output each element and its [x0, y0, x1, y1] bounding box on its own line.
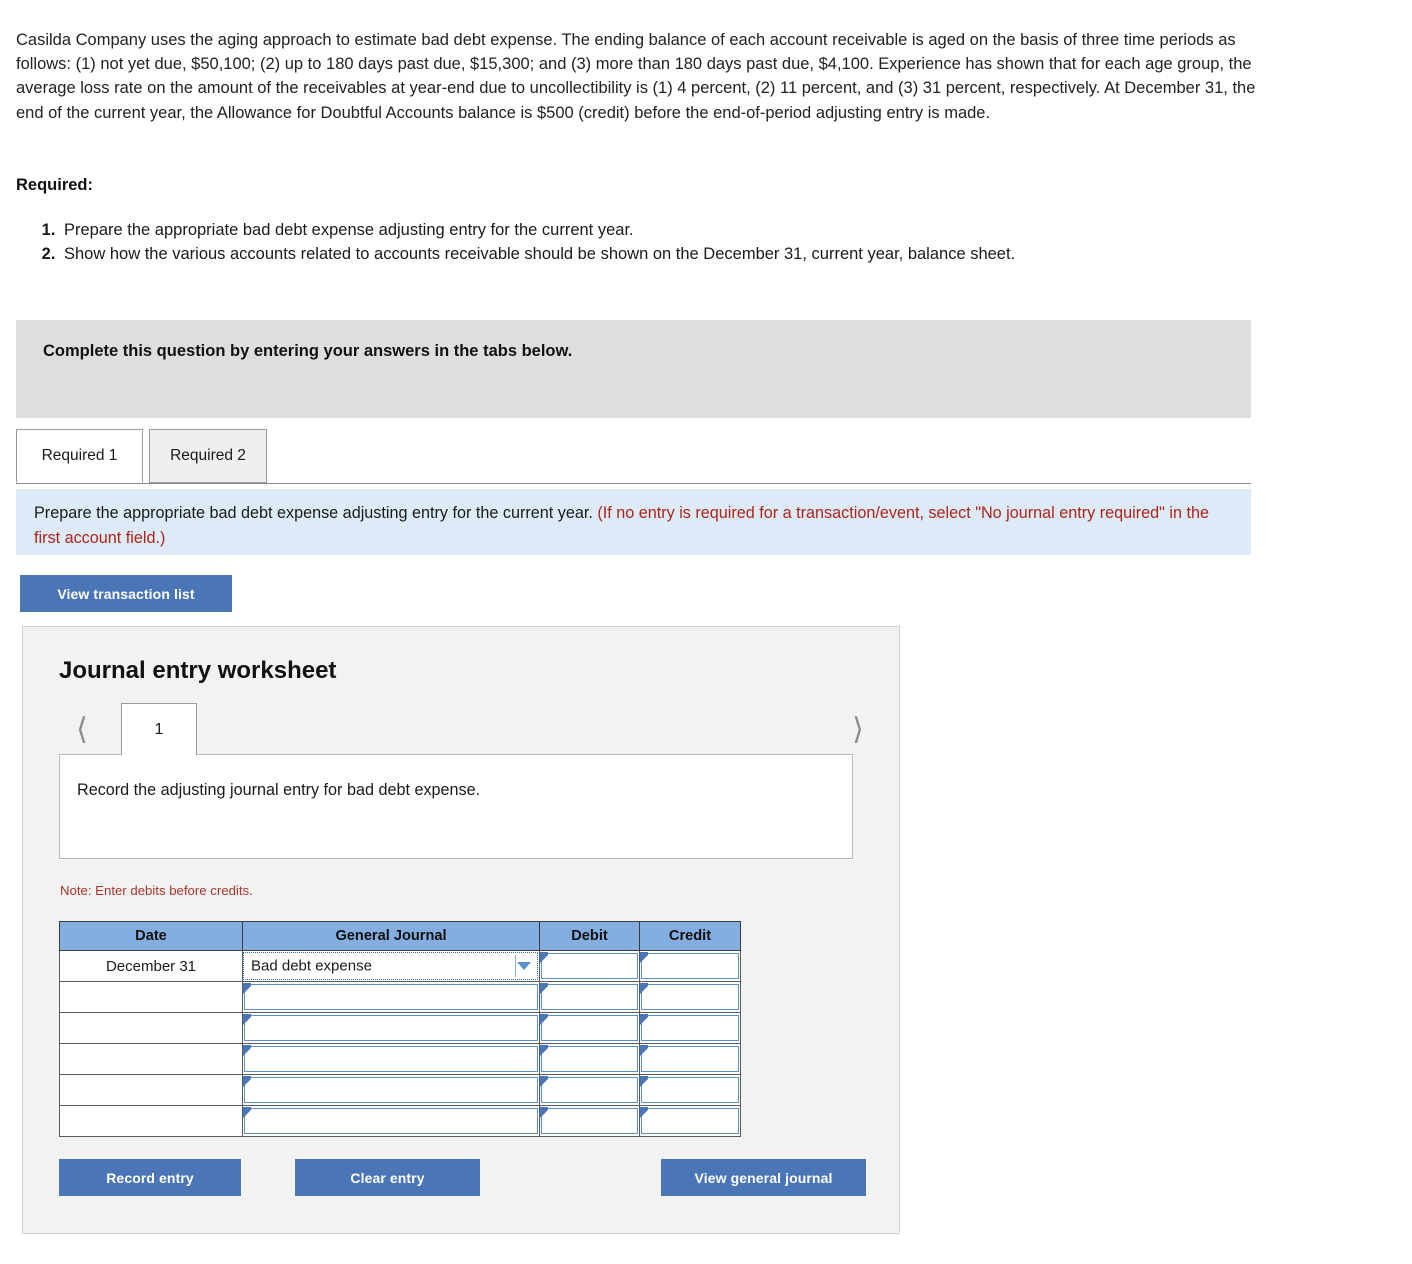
debit-cell[interactable] — [539, 1105, 640, 1137]
cell-corner-flag-icon — [243, 982, 251, 994]
account-input[interactable] — [243, 1106, 538, 1134]
cell-corner-flag-icon — [640, 982, 648, 994]
debit-input[interactable] — [540, 951, 638, 979]
credit-input[interactable] — [640, 1044, 739, 1072]
column-header-date: Date — [59, 921, 243, 951]
chevron-down-icon[interactable] — [517, 961, 531, 970]
debit-input[interactable] — [540, 1075, 638, 1103]
account-select-value: Bad debt expense — [251, 957, 372, 974]
account-input[interactable] — [243, 982, 538, 1010]
view-transaction-list-button[interactable]: View transaction list — [20, 575, 232, 612]
account-cell[interactable]: Bad debt expense — [242, 950, 540, 982]
required-item-2: Show how the various accounts related to… — [60, 242, 1246, 266]
clear-entry-button[interactable]: Clear entry — [295, 1159, 480, 1196]
debit-input[interactable] — [540, 1013, 638, 1041]
credit-cell[interactable] — [639, 981, 741, 1013]
column-header-credit: Credit — [639, 921, 741, 951]
credit-cell[interactable] — [639, 1105, 741, 1137]
required-heading: Required: — [16, 176, 94, 194]
account-input[interactable] — [243, 1044, 538, 1072]
credit-input[interactable] — [640, 1013, 739, 1041]
cell-corner-flag-icon — [640, 951, 648, 963]
worksheet-page-tab-1[interactable]: 1 — [121, 703, 197, 755]
required-item-1: Prepare the appropriate bad debt expense… — [60, 218, 1246, 242]
cell-corner-flag-icon — [640, 1013, 648, 1025]
credit-input[interactable] — [640, 1106, 739, 1134]
debit-cell[interactable] — [539, 1074, 640, 1106]
debit-cell[interactable] — [539, 1012, 640, 1044]
view-general-journal-button[interactable]: View general journal — [661, 1159, 866, 1196]
tab-required-2[interactable]: Required 2 — [149, 429, 267, 483]
requirement-instruction-text: Prepare the appropriate bad debt expense… — [34, 504, 593, 522]
requirement-instruction-panel: Prepare the appropriate bad debt expense… — [16, 489, 1251, 555]
debits-before-credits-note: Note: Enter debits before credits. — [60, 883, 253, 898]
cell-corner-flag-icon — [243, 1013, 251, 1025]
instruction-banner: Complete this question by entering your … — [16, 320, 1251, 418]
cell-corner-flag-icon — [640, 1075, 648, 1087]
table-row — [59, 1043, 741, 1075]
date-cell[interactable] — [59, 981, 243, 1013]
requirement-tabs: Required 1 Required 2 — [16, 429, 1251, 484]
instruction-banner-text: Complete this question by entering your … — [43, 342, 573, 360]
chevron-left-icon[interactable]: ⟨ — [65, 709, 99, 753]
cell-corner-flag-icon — [243, 1075, 251, 1087]
credit-cell[interactable] — [639, 1043, 741, 1075]
record-entry-button[interactable]: Record entry — [59, 1159, 241, 1196]
credit-cell[interactable] — [639, 950, 741, 982]
debit-cell[interactable] — [539, 950, 640, 982]
cell-corner-flag-icon — [540, 982, 548, 994]
table-row — [59, 981, 741, 1013]
debit-cell[interactable] — [539, 981, 640, 1013]
date-cell[interactable] — [59, 1043, 243, 1075]
table-header-row: Date General Journal Debit Credit — [59, 921, 741, 951]
select-divider — [515, 954, 516, 977]
account-cell[interactable] — [242, 981, 540, 1013]
worksheet-title: Journal entry worksheet — [59, 657, 337, 684]
account-cell[interactable] — [242, 1074, 540, 1106]
journal-entry-table: Date General Journal Debit Credit Decemb… — [59, 921, 741, 1137]
column-header-general-journal: General Journal — [242, 921, 540, 951]
table-row — [59, 1105, 741, 1137]
problem-statement: Casilda Company uses the aging approach … — [16, 31, 1256, 122]
debit-input[interactable] — [540, 1106, 638, 1134]
account-select[interactable]: Bad debt expense — [243, 951, 538, 980]
debit-cell[interactable] — [539, 1043, 640, 1075]
date-cell[interactable] — [59, 1074, 243, 1106]
date-cell[interactable] — [59, 1012, 243, 1044]
credit-input[interactable] — [640, 1075, 739, 1103]
cell-corner-flag-icon — [540, 1106, 548, 1118]
date-cell[interactable]: December 31 — [59, 950, 243, 982]
debit-input[interactable] — [540, 982, 638, 1010]
credit-input[interactable] — [640, 982, 739, 1010]
worksheet-description-box: Record the adjusting journal entry for b… — [59, 754, 853, 859]
account-cell[interactable] — [242, 1012, 540, 1044]
credit-input[interactable] — [640, 951, 739, 979]
table-row — [59, 1074, 741, 1106]
journal-entry-worksheet-panel: Journal entry worksheet ⟨ ⟩ 1 Record the… — [22, 626, 900, 1234]
cell-corner-flag-icon — [540, 1075, 548, 1087]
date-cell[interactable] — [59, 1105, 243, 1137]
required-list: Prepare the appropriate bad debt expense… — [16, 218, 1246, 266]
tabstrip-underline — [16, 483, 1251, 484]
cell-corner-flag-icon — [540, 1013, 548, 1025]
table-row: December 31 Bad debt expense — [59, 950, 741, 982]
cell-corner-flag-icon — [540, 951, 548, 963]
cell-corner-flag-icon — [243, 1044, 251, 1056]
debit-input[interactable] — [540, 1044, 638, 1072]
credit-cell[interactable] — [639, 1012, 741, 1044]
cell-corner-flag-icon — [243, 1106, 251, 1118]
account-input[interactable] — [243, 1013, 538, 1041]
tab-required-1[interactable]: Required 1 — [16, 429, 143, 483]
table-row — [59, 1012, 741, 1044]
cell-corner-flag-icon — [640, 1044, 648, 1056]
account-cell[interactable] — [242, 1043, 540, 1075]
credit-cell[interactable] — [639, 1074, 741, 1106]
worksheet-description-text: Record the adjusting journal entry for b… — [77, 781, 481, 799]
column-header-debit: Debit — [539, 921, 640, 951]
cell-corner-flag-icon — [540, 1044, 548, 1056]
account-cell[interactable] — [242, 1105, 540, 1137]
cell-corner-flag-icon — [640, 1106, 648, 1118]
account-input[interactable] — [243, 1075, 538, 1103]
chevron-right-icon[interactable]: ⟩ — [841, 709, 875, 753]
